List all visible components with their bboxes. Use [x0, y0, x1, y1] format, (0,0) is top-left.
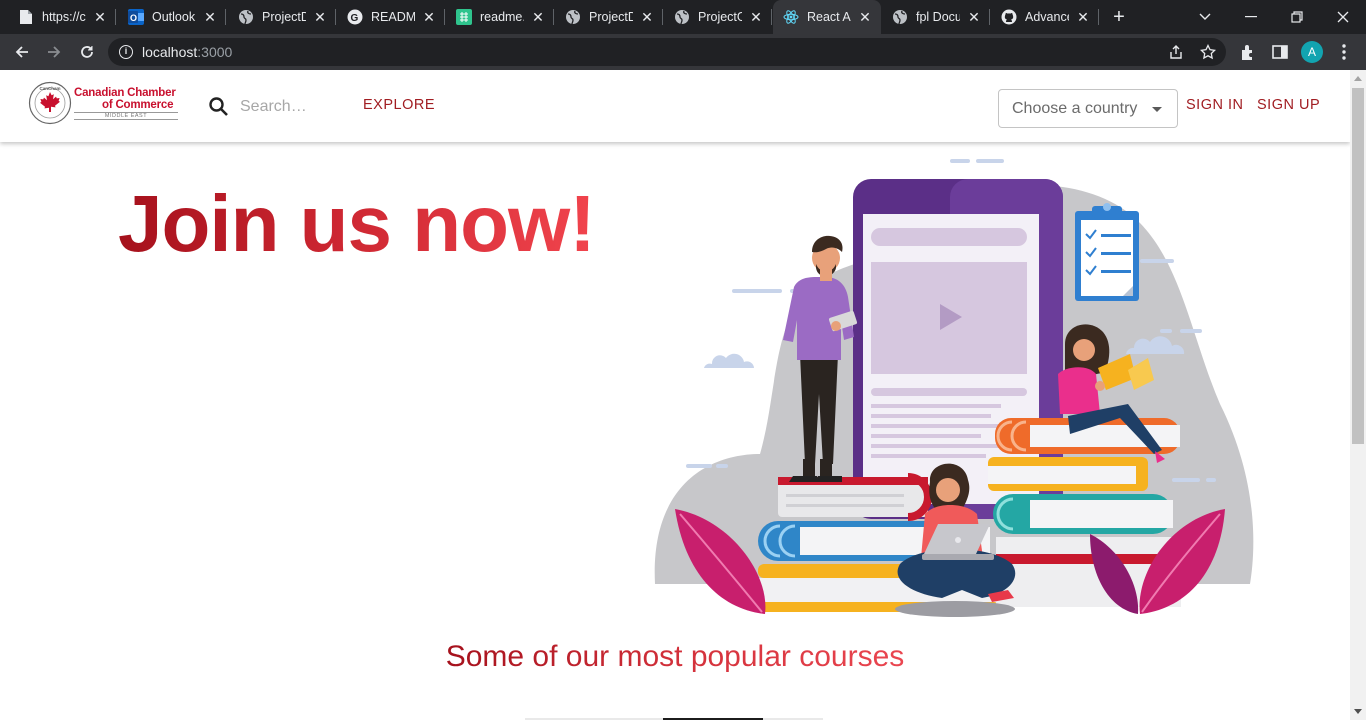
- browser-tab-active[interactable]: React Ap ✕: [773, 0, 881, 34]
- svg-text:O: O: [130, 13, 137, 23]
- tab-title: Outlook: [152, 10, 196, 24]
- browser-tab[interactable]: O Outlook ✕: [118, 0, 226, 34]
- share-icon[interactable]: [1168, 44, 1184, 60]
- close-window-button[interactable]: [1320, 0, 1366, 34]
- google-icon: G: [347, 9, 363, 25]
- close-icon[interactable]: ✕: [530, 9, 546, 25]
- country-select[interactable]: Choose a country: [998, 89, 1178, 128]
- browser-tab[interactable]: https://c ✕: [8, 0, 116, 34]
- close-icon[interactable]: ✕: [202, 9, 218, 25]
- tab-title: ProjectG: [698, 10, 742, 24]
- globe-icon: [674, 9, 690, 25]
- browser-tab[interactable]: ProjectD ✕: [228, 0, 336, 34]
- search-box[interactable]: [208, 94, 340, 120]
- profile-avatar[interactable]: A: [1301, 41, 1323, 63]
- browser-tab[interactable]: ProjectG ✕: [664, 0, 772, 34]
- back-button[interactable]: [10, 40, 34, 64]
- restore-button[interactable]: [1274, 0, 1320, 34]
- maple-leaf-seal-icon: CanCham: [28, 81, 72, 125]
- url-text: localhost:3000: [142, 44, 233, 60]
- markdown-icon: [456, 9, 472, 25]
- minimize-icon: [1245, 16, 1257, 18]
- close-icon[interactable]: ✕: [92, 9, 108, 25]
- search-icon: [209, 97, 228, 116]
- logo-line-2: of Commerce: [102, 99, 174, 111]
- document-icon: [18, 9, 34, 25]
- search-input[interactable]: [240, 95, 340, 119]
- arrow-left-icon: [15, 46, 28, 58]
- browser-tab[interactable]: fpl Docu ✕: [882, 0, 990, 34]
- globe-icon: [892, 9, 908, 25]
- extensions-icon[interactable]: [1239, 43, 1257, 61]
- svg-text:CanCham: CanCham: [39, 86, 60, 91]
- tab-title: Advance: [1025, 10, 1069, 24]
- courses-section-title: Some of our most popular courses: [445, 640, 905, 673]
- tab-title: ProjectD: [262, 10, 306, 24]
- restore-icon: [1291, 11, 1303, 23]
- sign-up-link[interactable]: SIGN UP: [1257, 97, 1320, 113]
- logo-subtitle: MIDDLE EAST: [74, 112, 178, 120]
- app-header: CanCham Canadian Chamber of Commerce MID…: [0, 70, 1350, 142]
- scrollbar-thumb[interactable]: [1352, 88, 1364, 444]
- scroll-down-arrow-icon[interactable]: [1354, 709, 1362, 714]
- hero-title: Join us now!: [118, 179, 596, 268]
- chevron-down-icon: [1199, 13, 1211, 20]
- reload-button[interactable]: [75, 40, 99, 64]
- close-icon[interactable]: ✕: [639, 9, 655, 25]
- close-icon: [1337, 11, 1349, 23]
- page-scrollbar[interactable]: [1350, 70, 1366, 720]
- sign-in-link[interactable]: SIGN IN: [1186, 97, 1243, 113]
- country-select-value: Choose a country: [1012, 100, 1138, 117]
- close-icon[interactable]: ✕: [857, 9, 873, 25]
- tab-title: https://c: [42, 10, 86, 24]
- tab-title: fpl Docu: [916, 10, 960, 24]
- close-icon[interactable]: ✕: [312, 9, 328, 25]
- close-icon[interactable]: ✕: [421, 9, 437, 25]
- globe-icon: [565, 9, 581, 25]
- browser-tab-strip: https://c ✕ O Outlook ✕ ProjectD ✕ G REA…: [0, 0, 1366, 34]
- star-icon[interactable]: [1200, 44, 1216, 60]
- hero-illustration: [654, 159, 1254, 617]
- browser-tab[interactable]: readme. ✕: [446, 0, 554, 34]
- caret-down-icon: [1152, 107, 1162, 112]
- forward-button[interactable]: [42, 40, 66, 64]
- explore-link[interactable]: EXPLORE: [363, 97, 435, 113]
- react-icon: [783, 9, 799, 25]
- browser-tab[interactable]: ProjectD ✕: [555, 0, 663, 34]
- close-icon[interactable]: ✕: [1075, 9, 1091, 25]
- tab-search-button[interactable]: [1182, 0, 1228, 34]
- minimize-button[interactable]: [1228, 0, 1274, 34]
- info-icon[interactable]: i: [119, 45, 133, 59]
- tab-title: README: [371, 10, 415, 24]
- scroll-up-arrow-icon[interactable]: [1354, 76, 1362, 81]
- tab-title: React Ap: [807, 10, 851, 24]
- close-icon[interactable]: ✕: [748, 9, 764, 25]
- tab-title: ProjectD: [589, 10, 633, 24]
- logo-line-1: Canadian Chamber: [74, 87, 176, 99]
- page-viewport: CanCham Canadian Chamber of Commerce MID…: [0, 70, 1350, 720]
- more-vert-icon[interactable]: [1336, 43, 1352, 61]
- browser-toolbar: i localhost:3000 A: [0, 34, 1366, 70]
- globe-icon: [238, 9, 254, 25]
- browser-tab[interactable]: G README ✕: [337, 0, 445, 34]
- address-bar[interactable]: i localhost:3000: [108, 38, 1226, 66]
- outlook-icon: O: [128, 9, 144, 25]
- svg-text:G: G: [351, 13, 359, 24]
- tab-title: readme.: [480, 10, 524, 24]
- reload-icon: [81, 46, 93, 58]
- new-tab-button[interactable]: +: [1108, 7, 1130, 27]
- browser-tab[interactable]: Advance ✕: [991, 0, 1099, 34]
- github-icon: [1001, 9, 1017, 25]
- arrow-right-icon: [48, 46, 61, 58]
- logo[interactable]: CanCham Canadian Chamber of Commerce MID…: [28, 81, 183, 125]
- side-panel-icon[interactable]: [1271, 43, 1289, 61]
- close-icon[interactable]: ✕: [966, 9, 982, 25]
